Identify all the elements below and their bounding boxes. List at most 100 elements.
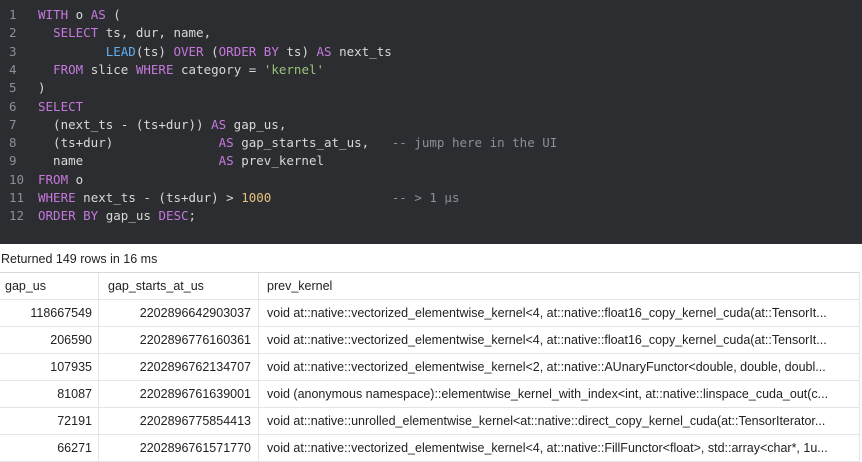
code-token: name	[38, 153, 219, 169]
code-token: WHERE	[135, 61, 174, 77]
code-text: (next_ts - (ts+dur)) AS gap_us,	[38, 116, 286, 134]
cell-gap-starts-at-us[interactable]: 2202896762134707	[100, 354, 259, 380]
code-token: (	[105, 7, 121, 22]
cell-gap-starts-at-us[interactable]: 2202896776160361	[100, 327, 259, 353]
query-status: Returned 149 rows in 16 ms	[1, 252, 158, 266]
table-header: gap_us gap_starts_at_us prev_kernel	[0, 273, 860, 300]
table-row[interactable]: 81087 2202896761639001 void (anonymous nam…	[0, 381, 860, 408]
table-row[interactable]: 206590 2202896776160361 void at::native::v…	[0, 327, 860, 354]
code-text: WHERE next_ts - (ts+dur) > 1000 -- > 1 µ…	[38, 189, 459, 207]
code-token: ts)	[278, 43, 317, 59]
code-token: next_ts	[331, 43, 392, 59]
cell-prev-kernel: void at::native::unrolled_elementwise_ke…	[260, 408, 860, 434]
cell-prev-kernel: void at::native::vectorized_elementwise_…	[260, 327, 860, 353]
column-header-gap-starts-at-us[interactable]: gap_starts_at_us	[100, 273, 259, 299]
cell-gap-us: 206590	[0, 327, 99, 353]
cell-gap-starts-at-us[interactable]: 2202896761571770	[100, 435, 259, 461]
code-token: AS	[316, 43, 332, 59]
line-number: 3	[9, 43, 17, 59]
line-number: 8	[9, 135, 17, 151]
code-token: )	[38, 80, 46, 96]
line-number: 9	[9, 153, 17, 169]
code-text: (ts+dur) AS gap_starts_at_us, -- jump he…	[38, 134, 557, 152]
line-number: 4	[9, 61, 17, 77]
results-table: gap_us gap_starts_at_us prev_kernel 1186…	[0, 272, 860, 462]
code-token: -- jump here in the UI	[391, 135, 558, 151]
code-token: LEAD	[105, 43, 136, 59]
cell-prev-kernel: void at::native::vectorized_elementwise_…	[260, 435, 860, 461]
code-token: DESC	[158, 208, 189, 224]
code-token: SELECT	[53, 25, 99, 41]
code-token: FROM	[53, 61, 84, 77]
line-number: 12	[9, 208, 25, 224]
code-text: FROM o	[38, 171, 83, 189]
code-token: AS	[218, 153, 234, 169]
code-text: name AS prev_kernel	[38, 152, 324, 170]
cell-prev-kernel: void at::native::vectorized_elementwise_…	[260, 300, 860, 326]
code-token: OVER	[173, 43, 204, 59]
code-token: 1000	[241, 190, 272, 205]
code-token: slice	[83, 61, 136, 77]
line-number: 10	[9, 171, 25, 187]
code-token: (ts)	[135, 43, 174, 59]
code-token: (next_ts - (ts+dur))	[38, 116, 212, 132]
sql-editor[interactable]: 1 WITH o AS (2 SELECT ts, dur, name, 3 LEA…	[0, 0, 862, 244]
code-token: ORDER BY	[38, 208, 99, 224]
line-number: 6	[9, 98, 17, 114]
table-row[interactable]: 107935 2202896762134707 void at::native::v…	[0, 354, 860, 381]
code-token: WITH	[38, 7, 69, 22]
table-row[interactable]: 72191 2202896775854413 void at::native::un…	[0, 408, 860, 435]
cell-gap-us: 72191	[0, 408, 99, 434]
code-token: -- > 1 µs	[391, 190, 460, 205]
cell-gap-us: 107935	[0, 354, 99, 380]
cell-prev-kernel: void at::native::vectorized_elementwise_…	[260, 354, 860, 380]
line-number: 5	[9, 80, 17, 96]
code-text: WITH o AS (	[38, 6, 121, 24]
code-text: FROM slice WHERE category = 'kernel'	[38, 61, 324, 79]
code-token: ts, dur, name,	[98, 25, 212, 41]
line-number: 11	[9, 190, 25, 205]
code-token: prev_kernel	[233, 153, 324, 169]
code-text: SELECT ts, dur, name,	[38, 24, 211, 42]
code-token: (	[203, 43, 219, 59]
code-token: SELECT	[38, 98, 84, 114]
table-row[interactable]: 66271 2202896761571770 void at::native::ve…	[0, 435, 860, 462]
code-token: o	[68, 7, 91, 22]
code-token: WHERE	[38, 190, 76, 205]
cell-gap-starts-at-us[interactable]: 2202896642903037	[100, 300, 259, 326]
code-text: )	[38, 79, 46, 97]
cell-prev-kernel: void (anonymous namespace)::elementwise_…	[260, 381, 860, 407]
code-token: 'kernel'	[263, 61, 325, 77]
code-token: AS	[90, 7, 106, 22]
code-token: o	[68, 171, 84, 187]
code-token: AS	[211, 116, 227, 132]
code-text: LEAD(ts) OVER (ORDER BY ts) AS next_ts	[38, 43, 392, 61]
code-token: (ts+dur)	[38, 135, 219, 151]
cell-gap-us: 81087	[0, 381, 99, 407]
cell-gap-us: 118667549	[0, 300, 99, 326]
line-number: 2	[9, 25, 17, 41]
code-token: gap_us	[98, 208, 159, 224]
code-token: ORDER BY	[218, 43, 279, 59]
code-token: gap_starts_at_us,	[233, 135, 392, 151]
code-token: AS	[218, 135, 234, 151]
code-text: SELECT	[38, 98, 83, 116]
line-number: 1	[9, 7, 17, 22]
cell-gap-starts-at-us[interactable]: 2202896761639001	[100, 381, 259, 407]
code-token: next_ts - (ts+dur) >	[75, 190, 242, 205]
cell-gap-starts-at-us[interactable]: 2202896775854413	[100, 408, 259, 434]
code-token: category =	[173, 61, 264, 77]
table-row[interactable]: 118667549 2202896642903037 void at::native…	[0, 300, 860, 327]
column-header-prev-kernel[interactable]: prev_kernel	[260, 273, 860, 299]
code-token: FROM	[38, 171, 69, 187]
cell-gap-us: 66271	[0, 435, 99, 461]
column-header-gap-us[interactable]: gap_us	[0, 273, 99, 299]
code-token: gap_us,	[226, 116, 287, 132]
line-number: 7	[9, 116, 17, 132]
code-text: ORDER BY gap_us DESC;	[38, 207, 196, 225]
code-token: ;	[188, 208, 197, 224]
